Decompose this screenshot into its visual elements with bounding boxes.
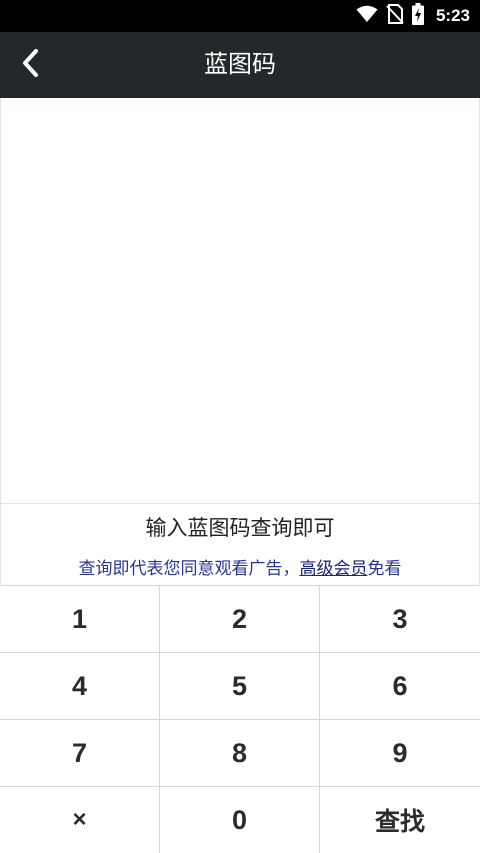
ad-notice: 查询即代表您同意观看广告，高级会员免看 [1, 554, 479, 579]
key-4[interactable]: 4 [0, 652, 160, 719]
key-9[interactable]: 9 [320, 719, 480, 786]
key-1[interactable]: 1 [0, 585, 160, 652]
battery-charging-icon [411, 2, 424, 30]
page-title: 蓝图码 [204, 51, 276, 78]
wifi-icon [356, 5, 378, 28]
result-area [0, 98, 480, 503]
status-icons: 5:23 [356, 0, 470, 32]
search-key[interactable]: 查找 [320, 786, 480, 853]
key-7[interactable]: 7 [0, 719, 160, 786]
key-2[interactable]: 2 [160, 585, 320, 652]
app-bar: 蓝图码 [0, 32, 480, 98]
key-0[interactable]: 0 [160, 786, 320, 853]
key-5[interactable]: 5 [160, 652, 320, 719]
premium-member-link[interactable]: 高级会员 [300, 559, 368, 578]
input-hint: 输入蓝图码查询即可 [145, 517, 335, 540]
status-time: 5:23 [435, 6, 470, 25]
ad-notice-prefix: 查询即代表您同意观看广告， [78, 559, 300, 578]
key-6[interactable]: 6 [320, 652, 480, 719]
status-bar: 5:23 [0, 0, 480, 32]
keypad: 1 2 3 4 5 6 7 8 9 × 0 查找 [0, 585, 480, 853]
key-8[interactable]: 8 [160, 719, 320, 786]
input-area: 输入蓝图码查询即可 查询即代表您同意观看广告，高级会员免看 [0, 503, 480, 586]
no-sim-icon [386, 3, 404, 29]
ad-notice-suffix: 免看 [367, 559, 402, 578]
key-3[interactable]: 3 [320, 585, 480, 652]
clear-key[interactable]: × [0, 786, 160, 853]
